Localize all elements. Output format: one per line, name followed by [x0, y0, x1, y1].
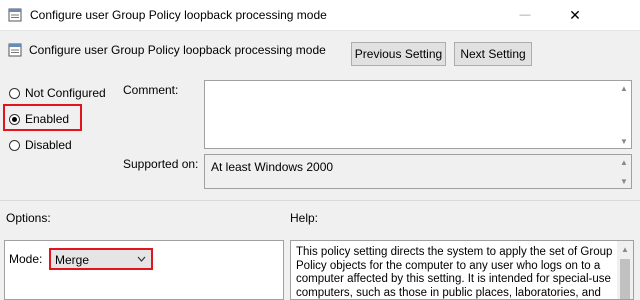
radio-disabled[interactable]: Disabled — [9, 138, 72, 152]
policy-icon — [8, 8, 22, 25]
scroll-up-icon[interactable]: ▲ — [619, 157, 629, 167]
supported-on-field: At least Windows 2000 ▲ ▼ — [204, 154, 632, 189]
scroll-up-icon[interactable]: ▲ — [620, 244, 630, 254]
setting-title: Configure user Group Policy loopback pro… — [29, 43, 326, 57]
help-text: This policy setting directs the system t… — [296, 246, 613, 299]
radio-circle[interactable] — [9, 87, 20, 99]
chevron-down-icon — [137, 253, 146, 268]
next-setting-button[interactable]: Next Setting — [454, 42, 532, 66]
mode-label: Mode: — [9, 252, 43, 266]
section-divider — [0, 200, 640, 201]
scrollbar-thumb[interactable] — [620, 259, 630, 299]
help-label: Help: — [290, 211, 319, 225]
mode-dropdown[interactable]: Merge — [49, 248, 153, 270]
minimize-icon: — — [519, 9, 531, 21]
scroll-down-icon[interactable]: ▼ — [619, 136, 629, 146]
policy-icon — [8, 43, 22, 60]
previous-setting-button[interactable]: Previous Setting — [351, 42, 446, 66]
minimize-button[interactable]: — — [502, 0, 548, 30]
supported-on-value: At least Windows 2000 — [211, 160, 334, 174]
help-panel: This policy setting directs the system t… — [290, 240, 634, 300]
radio-not-configured[interactable]: Not Configured — [9, 86, 106, 100]
scroll-down-icon[interactable]: ▼ — [619, 176, 629, 186]
options-label: Options: — [6, 211, 51, 225]
title-bar: Configure user Group Policy loopback pro… — [0, 0, 640, 31]
window-title: Configure user Group Policy loopback pro… — [30, 8, 327, 22]
supported-on-label: Supported on: — [123, 157, 199, 171]
scroll-up-icon[interactable]: ▲ — [619, 83, 629, 93]
radio-circle[interactable] — [9, 139, 20, 151]
help-scrollbar[interactable]: ▲ — [617, 241, 633, 299]
radio-label: Disabled — [25, 138, 72, 152]
mode-dropdown-value: Merge — [55, 253, 90, 267]
comment-field[interactable]: ▲ ▼ — [204, 80, 632, 149]
enabled-highlight-box — [3, 104, 82, 131]
comment-label: Comment: — [123, 83, 179, 97]
close-button[interactable]: ✕ — [552, 0, 598, 30]
close-icon: ✕ — [569, 6, 581, 23]
radio-label: Not Configured — [25, 86, 106, 100]
